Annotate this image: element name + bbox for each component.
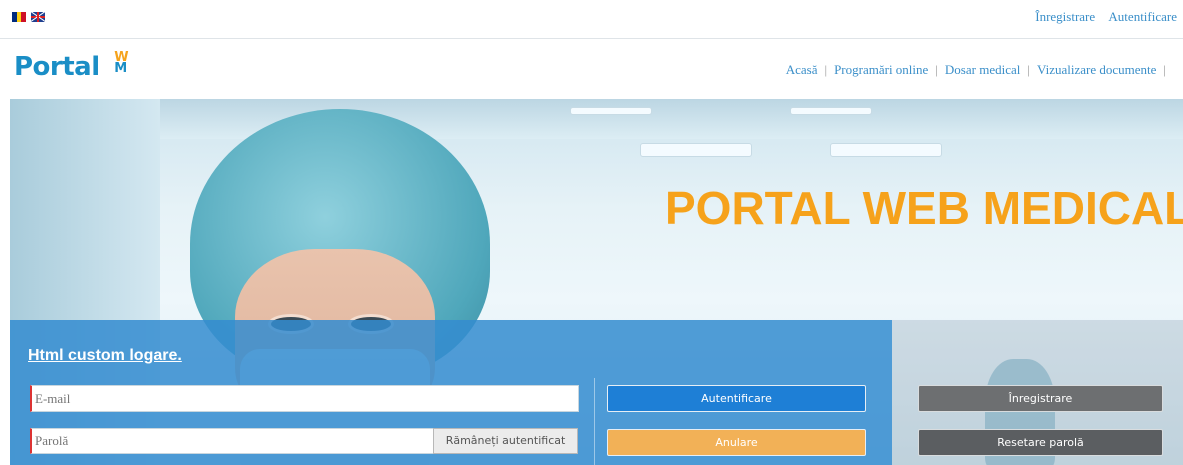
password-field[interactable]: [30, 428, 434, 454]
divider: [594, 378, 595, 465]
register-link[interactable]: Înregistrare: [1035, 9, 1095, 24]
remember-me-button[interactable]: Rămâneți autentificat: [433, 428, 578, 454]
nav-item-online-appointments[interactable]: Programări online: [834, 62, 928, 77]
login-link[interactable]: Autentificare: [1108, 9, 1177, 24]
top-bar: Înregistrare Autentificare: [0, 0, 1183, 39]
logo-badge: W M: [114, 50, 129, 76]
register-button[interactable]: Înregistrare: [918, 385, 1163, 412]
authenticate-button[interactable]: Autentificare: [607, 385, 866, 412]
nav-item-view-documents[interactable]: Vizualizare documente: [1037, 62, 1156, 77]
hero-banner: PORTAL WEB MEDICAL Html custom logare. R…: [10, 99, 1183, 465]
hero-title: PORTAL WEB MEDICAL: [665, 182, 1183, 234]
flag-uk-icon[interactable]: [31, 12, 45, 22]
nav-item-home[interactable]: Acasă: [786, 62, 818, 77]
flag-romania-icon[interactable]: [12, 12, 27, 22]
top-links: Înregistrare Autentificare: [1025, 9, 1177, 25]
login-title: Html custom logare.: [28, 347, 182, 364]
login-panel: Html custom logare. Rămâneți autentifica…: [10, 320, 892, 465]
nav-item-medical-record[interactable]: Dosar medical: [945, 62, 1020, 77]
main-nav: Acasă | Programări online | Dosar medical | Vi…: [785, 62, 1166, 77]
portal-logo[interactable]: Portal W M: [14, 50, 129, 82]
reset-password-button[interactable]: Resetare parolă: [918, 429, 1163, 456]
logo-text: Portal: [14, 52, 100, 82]
cancel-button[interactable]: Anulare: [607, 429, 866, 456]
email-field[interactable]: [30, 385, 579, 412]
